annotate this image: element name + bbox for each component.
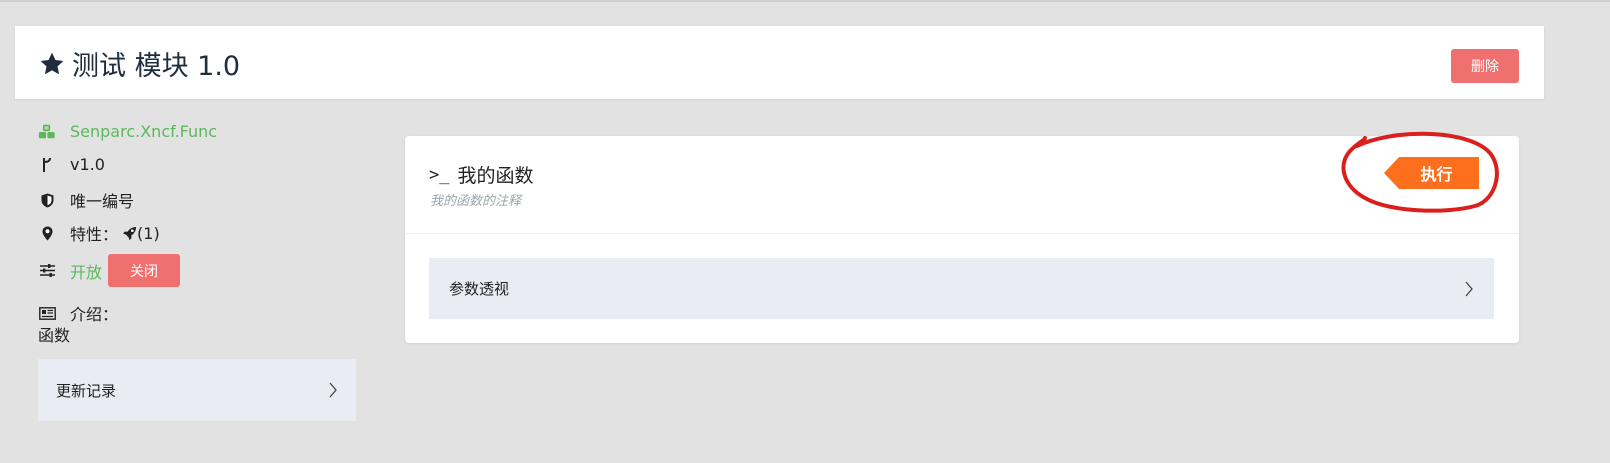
red-circle-annotation [1341,131,1499,213]
module-header: 测试 模块 1.0 删除 [15,26,1544,99]
divider [405,233,1519,234]
function-title: >_ 我的函数 [429,161,534,188]
star-icon [40,52,64,74]
branch-icon [38,156,56,174]
module-name: Senparc.Xncf.Func [70,122,218,141]
version-row: v1.0 [38,155,105,174]
map-marker-icon [38,224,56,242]
top-border [0,0,1610,2]
unique-id-row: 唯一编号 [38,188,134,212]
intro-value: 函数 [38,326,71,345]
status-row: 开放 关闭 [38,254,181,287]
module-name-row: Senparc.Xncf.Func [38,122,217,141]
unique-id-label: 唯一编号 [70,192,135,211]
changelog-panel[interactable]: 更新记录 [38,359,356,421]
features-label: 特性： [70,225,119,244]
delete-button[interactable]: 删除 [1451,49,1519,83]
intro-label: 介绍： [70,305,119,324]
params-label: 参数透视 [449,280,510,298]
cubes-icon [38,123,56,141]
function-note: 我的函数的注释 [430,194,522,209]
newspaper-icon [38,304,56,322]
sliders-icon [38,262,56,280]
close-button[interactable]: 关闭 [108,254,181,287]
status-open: 开放 [70,262,103,282]
shield-icon [38,191,56,209]
terminal-icon: >_ [429,164,450,185]
page-title-text: 测试 模块 1.0 [72,51,241,82]
params-panel[interactable]: 参数透视 [429,258,1494,319]
rocket-icon [122,226,137,241]
page-title: 测试 模块 1.0 [39,44,240,83]
changelog-label: 更新记录 [56,381,117,400]
features-count: (1) [137,223,160,243]
chevron-right-icon [1465,281,1473,296]
features-row: 特性： (1) [38,221,160,245]
version-value: v1.0 [70,155,105,174]
chevron-right-icon [329,382,337,398]
function-name: 我的函数 [457,165,534,187]
